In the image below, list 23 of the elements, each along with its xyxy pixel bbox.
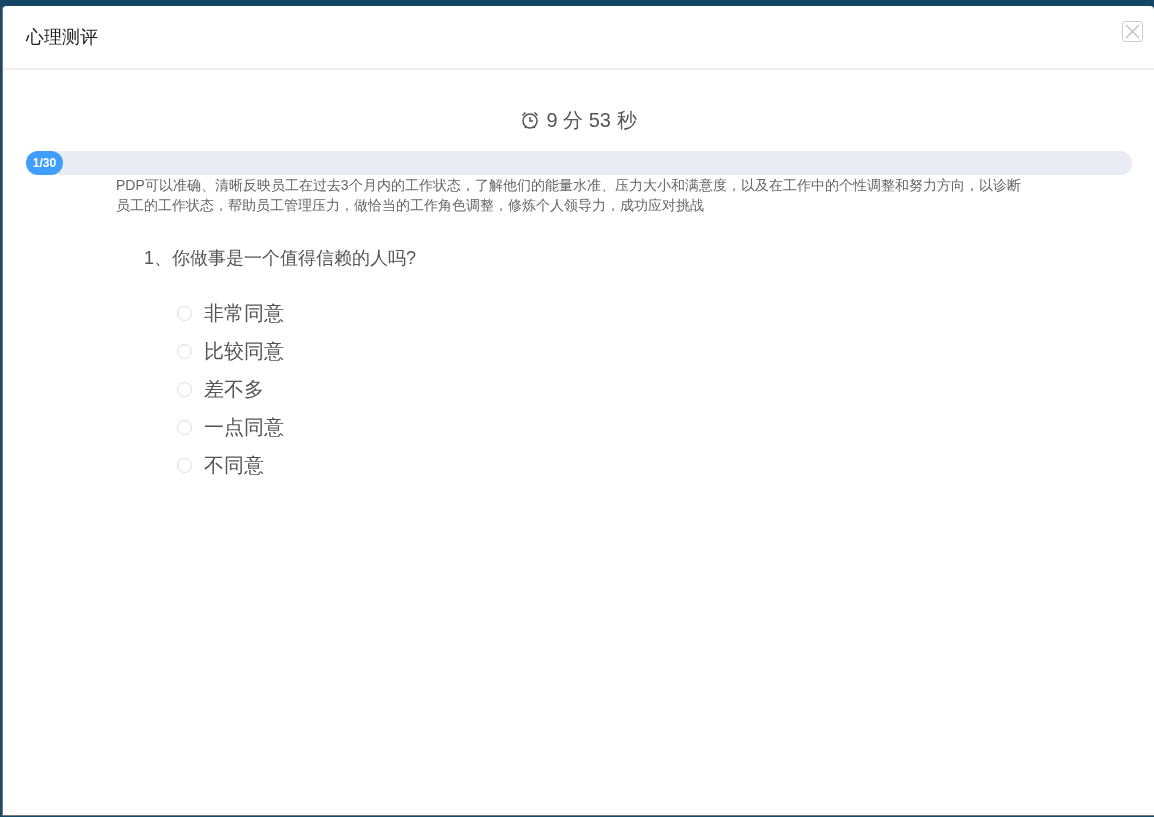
radio-button[interactable]: [177, 419, 192, 435]
option-label: 差不多: [204, 377, 264, 402]
radio-button[interactable]: [177, 457, 192, 473]
question-text: 1、你做事是一个值得信赖的人吗?: [144, 247, 418, 270]
radio-button[interactable]: [177, 343, 192, 359]
radio-button[interactable]: [177, 305, 192, 321]
description-text: PDP可以准确、清晰反映员工在过去3个月内的工作状态，了解他们的能量水准、压力大小和满意度，以及在工作中的个性调整和努力方向，以诊断员工的工作状态，帮助员工管理压力，做恰当的工作角色调整，修炼个人领导力，成功应对挑战: [116, 176, 1022, 215]
option-label: 非常同意: [204, 301, 284, 326]
answer-option[interactable]: 非常同意: [177, 294, 1154, 332]
answer-option[interactable]: 差不多: [177, 370, 1154, 408]
progress-fill: 1/30: [26, 151, 63, 175]
option-label: 比较同意: [204, 339, 284, 364]
option-label: 不同意: [204, 453, 264, 478]
dialog-title: 心理测评: [26, 25, 98, 49]
close-button[interactable]: [1122, 20, 1143, 42]
radio-button[interactable]: [177, 381, 192, 397]
alarm-clock-icon: [520, 110, 541, 130]
answer-option[interactable]: 不同意: [177, 446, 1154, 484]
option-label: 一点同意: [204, 415, 284, 440]
answer-option[interactable]: 一点同意: [177, 408, 1154, 446]
answer-option[interactable]: 比较同意: [177, 332, 1154, 370]
countdown-timer: 9 分 53 秒: [546, 108, 637, 133]
close-icon: [1125, 23, 1140, 39]
